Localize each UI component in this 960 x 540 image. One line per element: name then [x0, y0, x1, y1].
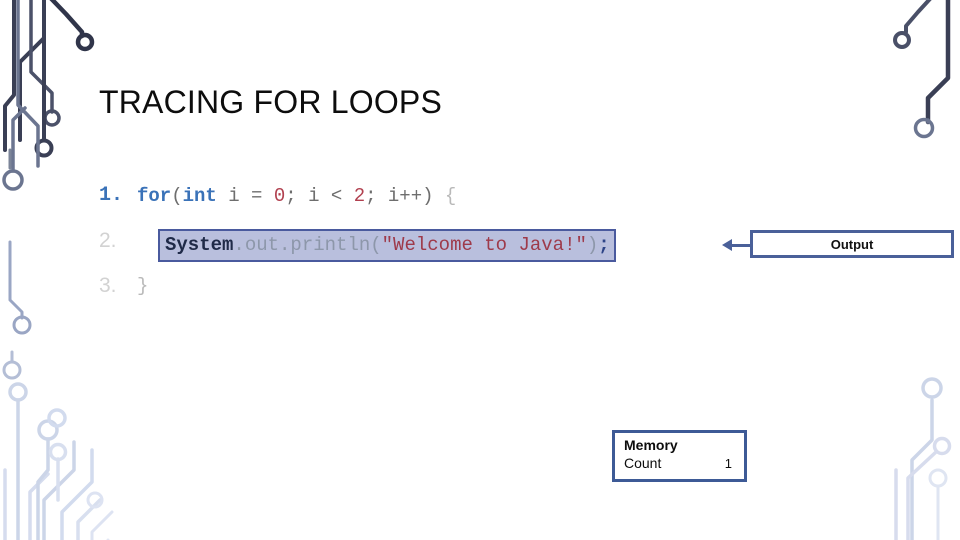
code-line-2: 2. System.out.println("Welcome to Java!"…	[99, 228, 759, 273]
line-number-3: 3.	[99, 274, 117, 297]
slide: TRACING FOR LOOPS 1. for(int i = 0; i < 2…	[0, 0, 960, 540]
memory-variable-value: 1	[724, 456, 732, 471]
token-string-literal: "Welcome to Java!"	[381, 234, 587, 256]
memory-variable-row: Count 1	[624, 454, 736, 473]
token-class-system: System	[165, 234, 234, 256]
token-brace-open: {	[444, 185, 457, 207]
token-init: i =	[216, 185, 274, 207]
token-paren-open-2: (	[370, 234, 382, 256]
code-block: 1. for(int i = 0; i < 2; i++) { 2. System…	[99, 183, 759, 318]
token-condition: ; i <	[285, 185, 354, 207]
token-member-out-println: .out.println	[233, 234, 371, 256]
output-connector-arrowhead	[722, 239, 732, 251]
memory-box-title: Memory	[624, 437, 678, 453]
line-number-1: 1.	[99, 184, 124, 207]
token-paren-open: (	[171, 185, 183, 207]
token-semicolon: ;	[598, 234, 610, 256]
code-line-1-text: for(int i = 0; i < 2; i++) {	[137, 183, 456, 209]
token-keyword-for: for	[137, 185, 172, 207]
page-title: TRACING FOR LOOPS	[99, 84, 442, 120]
output-box-label: Output	[830, 236, 874, 252]
token-paren-close-2: )	[586, 234, 599, 256]
token-keyword-int: int	[182, 185, 217, 207]
highlighted-statement-wrapper: System.out.println("Welcome to Java!");	[158, 229, 616, 262]
memory-box[interactable]: Memory Count 1	[612, 430, 747, 482]
token-number-two: 2	[353, 185, 366, 207]
output-box[interactable]: Output	[750, 230, 954, 258]
code-line-3: 3.}	[99, 273, 759, 318]
highlighted-statement[interactable]: System.out.println("Welcome to Java!");	[158, 229, 616, 262]
token-number-zero: 0	[273, 185, 286, 207]
line-number-2: 2.	[99, 229, 117, 252]
token-increment: ; i++)	[365, 185, 445, 207]
token-brace-close: }	[137, 275, 149, 297]
memory-variable-name: Count	[624, 455, 662, 471]
code-line-1: 1. for(int i = 0; i < 2; i++) {	[99, 183, 759, 228]
